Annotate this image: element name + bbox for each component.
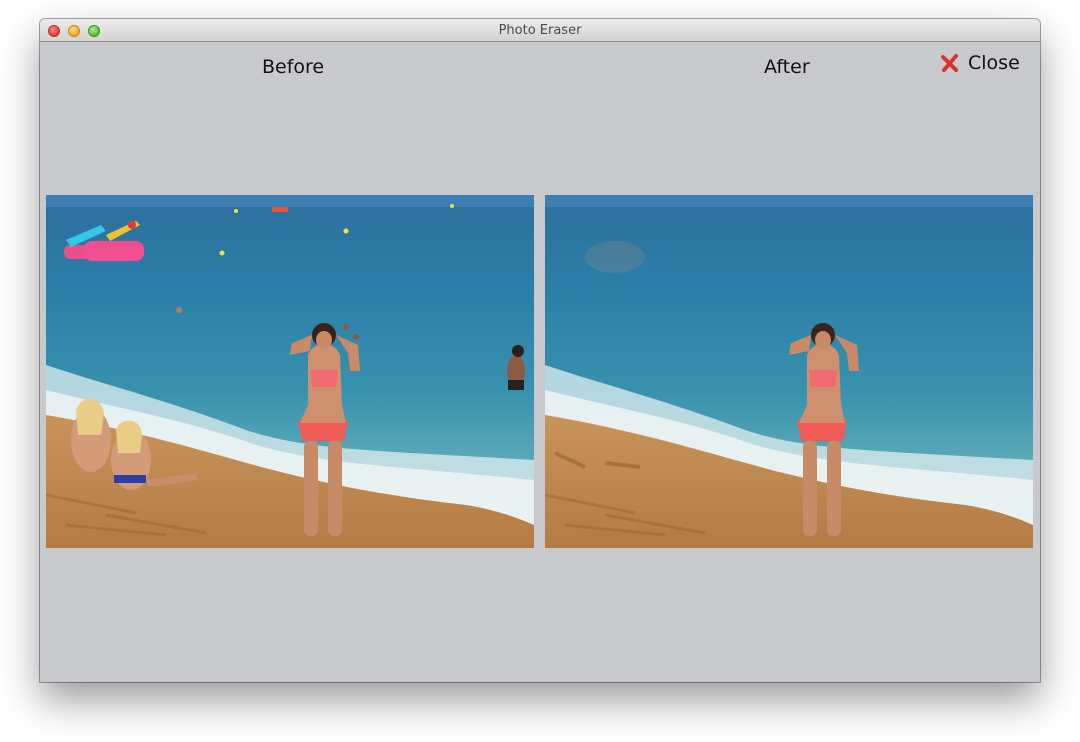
close-button[interactable]: Close	[940, 51, 1020, 75]
before-photo	[46, 195, 534, 548]
before-heading: Before	[262, 56, 325, 78]
close-icon	[941, 54, 958, 72]
window-title: Photo Eraser	[498, 23, 582, 38]
after-heading: After	[764, 56, 810, 78]
after-photo	[545, 195, 1033, 548]
app-window: Photo Eraser Before After Close	[40, 19, 1040, 682]
title-bar[interactable]: Photo Eraser	[40, 19, 1040, 42]
main-content: Before After Close	[40, 42, 1040, 682]
close-label: Close	[968, 52, 1020, 74]
